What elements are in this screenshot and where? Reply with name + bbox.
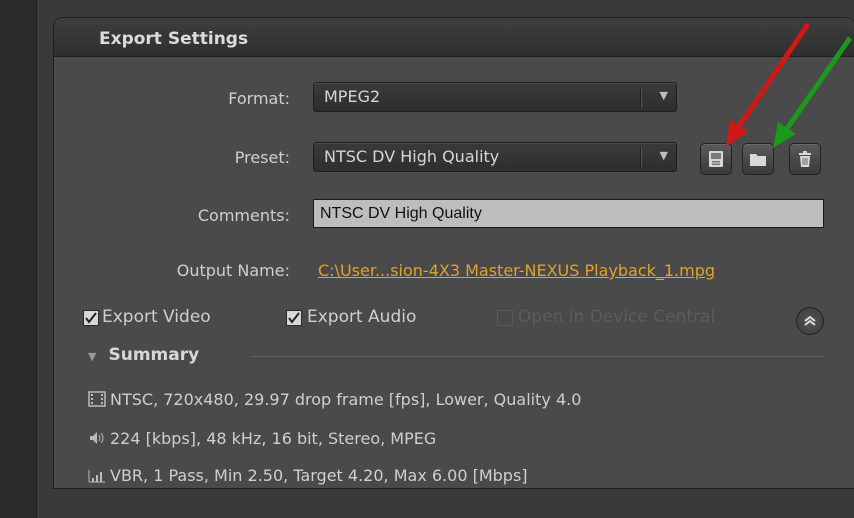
collapse-button[interactable]	[796, 307, 824, 335]
summary-video-text: NTSC, 720x480, 29.97 drop frame [fps], L…	[110, 390, 582, 409]
panel-title: Export Settings	[99, 29, 249, 49]
export-audio-label: Export Audio	[307, 307, 417, 327]
export-video-label: Export Video	[102, 307, 211, 327]
folder-icon	[750, 154, 766, 166]
format-value: MPEG2	[324, 87, 381, 106]
dropdown-separator	[640, 87, 642, 107]
save-icon	[709, 151, 723, 167]
comments-input[interactable]	[314, 200, 823, 227]
summary-header[interactable]: ▼ Summary	[88, 345, 199, 367]
disclosure-triangle-icon[interactable]: ▼	[88, 350, 96, 363]
format-dropdown[interactable]: MPEG2 ▼	[313, 82, 677, 112]
summary-audio-text: 224 [kbps], 48 kHz, 16 bit, Stereo, MPEG	[110, 429, 437, 448]
checkmark-icon	[85, 312, 97, 324]
summary-divider	[250, 356, 825, 357]
speaker-icon	[88, 430, 110, 450]
output-name-label: Output Name:	[176, 261, 290, 280]
chevron-up-icon	[804, 315, 816, 326]
bar-chart-icon	[88, 467, 110, 487]
preset-value: NTSC DV High Quality	[324, 147, 500, 166]
import-preset-button[interactable]	[742, 143, 774, 175]
preset-dropdown[interactable]: NTSC DV High Quality ▼	[313, 142, 677, 172]
chevron-down-icon: ▼	[659, 89, 668, 102]
film-icon	[88, 390, 110, 411]
summary-title: Summary	[108, 345, 200, 365]
device-central-label: Open in Device Central	[518, 307, 716, 327]
summary-bitrate-row: VBR, 1 Pass, Min 2.50, Target 4.20, Max …	[88, 466, 528, 487]
checkbox-box[interactable]	[83, 310, 99, 326]
preset-label: Preset:	[234, 148, 290, 167]
comments-field[interactable]	[313, 199, 824, 228]
dropdown-separator	[640, 147, 642, 167]
panel-header: Export Settings	[54, 18, 854, 57]
chevron-down-icon: ▼	[659, 149, 668, 162]
save-preset-button[interactable]	[700, 143, 732, 175]
delete-preset-button[interactable]	[789, 143, 821, 175]
checkmark-icon	[288, 312, 300, 324]
summary-audio-row: 224 [kbps], 48 kHz, 16 bit, Stereo, MPEG	[88, 429, 436, 450]
format-label: Format:	[228, 89, 290, 108]
trash-icon	[799, 151, 811, 167]
checkbox-box[interactable]	[497, 310, 513, 326]
comments-label: Comments:	[197, 206, 290, 225]
summary-video-row: NTSC, 720x480, 29.97 drop frame [fps], L…	[88, 390, 581, 411]
output-name-link[interactable]: C:\User...sion-4X3 Master-NEXUS Playback…	[318, 261, 715, 280]
checkbox-box[interactable]	[286, 310, 302, 326]
summary-bitrate-text: VBR, 1 Pass, Min 2.50, Target 4.20, Max …	[110, 466, 528, 485]
